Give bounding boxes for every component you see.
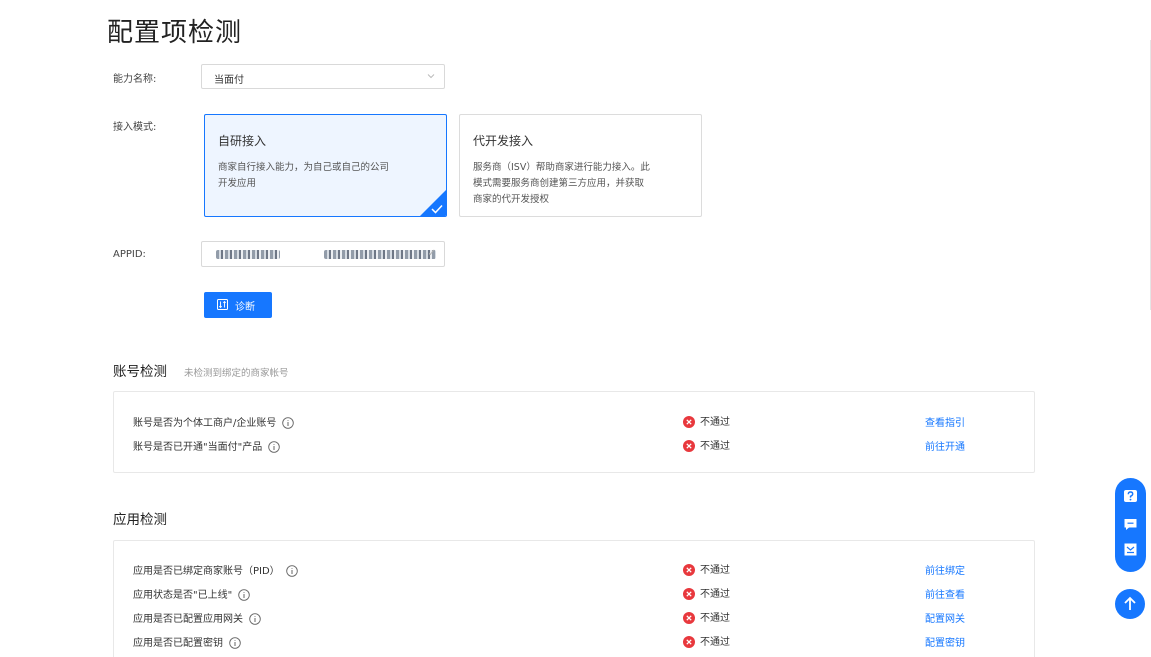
info-icon[interactable] xyxy=(282,417,295,429)
app-check-panel: 应用是否已绑定商家账号（PID） 不通过 前往绑定 应用状态是否"已上线" 不通… xyxy=(113,540,1035,657)
check-status: 不通过 xyxy=(700,417,730,428)
mode-card-desc: 服务商（ISV）帮助商家进行能力接入。此 模式需要服务商创建第三方应用，并获取 … xyxy=(473,162,650,205)
fail-icon xyxy=(683,440,695,452)
floating-toolbar xyxy=(1115,478,1146,572)
check-question: 应用是否已绑定商家账号（PID） xyxy=(133,566,280,577)
go-view-link[interactable]: 前往查看 xyxy=(925,586,965,601)
check-row: 应用是否已绑定商家账号（PID） 不通过 前往绑定 xyxy=(114,559,1034,577)
chevron-down-icon xyxy=(427,74,435,79)
info-icon[interactable] xyxy=(285,565,298,577)
check-row: 应用是否已配置应用网关 不通过 配置网关 xyxy=(114,607,1034,625)
mode-card-title: 自研接入 xyxy=(218,134,267,148)
help-icon[interactable] xyxy=(1123,489,1138,504)
back-to-top-icon xyxy=(1124,596,1136,610)
config-gateway-link[interactable]: 配置网关 xyxy=(925,610,965,625)
fail-icon xyxy=(683,588,695,600)
check-row: 应用是否已配置密钥 不通过 配置密钥 xyxy=(114,631,1034,649)
check-icon: ✓ xyxy=(427,248,436,259)
mode-card-self[interactable]: 自研接入 商家自行接入能力，为自己或自己的公司 开发应用 xyxy=(204,114,447,217)
check-status: 不通过 xyxy=(700,441,730,452)
info-icon[interactable] xyxy=(249,613,261,625)
capability-select[interactable]: 当面付 xyxy=(201,64,445,89)
go-bind-link[interactable]: 前往绑定 xyxy=(925,562,965,577)
fail-icon xyxy=(683,564,695,576)
check-status: 不通过 xyxy=(700,613,730,624)
app-check-title: 应用检测 xyxy=(113,512,167,528)
capability-value: 当面付 xyxy=(214,75,244,86)
mode-card-title: 代开发接入 xyxy=(473,134,534,148)
fail-icon xyxy=(683,612,695,624)
check-row: 账号是否为个体工商户/企业账号 不通过 查看指引 xyxy=(114,411,1034,429)
feedback-icon[interactable] xyxy=(1123,542,1138,557)
mode-card-desc: 商家自行接入能力，为自己或自己的公司 开发应用 xyxy=(218,162,390,189)
check-question: 账号是否已开通"当面付"产品 xyxy=(133,442,263,453)
check-row: 应用状态是否"已上线" 不通过 前往查看 xyxy=(114,583,1034,601)
check-status: 不通过 xyxy=(700,637,730,648)
back-to-top-button[interactable] xyxy=(1115,589,1145,619)
check-question: 应用是否已配置应用网关 xyxy=(133,614,243,625)
account-check-panel: 账号是否为个体工商户/企业账号 不通过 查看指引 账号是否已开通"当面付"产品 … xyxy=(113,391,1035,473)
page-title: 配置项检测 xyxy=(107,18,243,48)
check-row: 账号是否已开通"当面付"产品 不通过 前往开通 xyxy=(114,435,1034,453)
check-question: 应用是否已配置密钥 xyxy=(133,638,223,649)
info-icon[interactable] xyxy=(268,441,280,453)
mode-card-isv[interactable]: 代开发接入 服务商（ISV）帮助商家进行能力接入。此 模式需要服务商创建第三方应… xyxy=(459,114,702,217)
fail-icon xyxy=(683,416,695,428)
info-icon[interactable] xyxy=(229,637,241,649)
check-question: 账号是否为个体工商户/企业账号 xyxy=(133,418,277,429)
appid-redacted xyxy=(216,250,280,259)
account-check-title: 账号检测 xyxy=(113,364,167,380)
account-check-subtitle: 未检测到绑定的商家帐号 xyxy=(184,368,289,379)
check-status: 不通过 xyxy=(700,565,730,576)
view-guide-link[interactable]: 查看指引 xyxy=(925,414,965,429)
check-status: 不通过 xyxy=(700,589,730,600)
fail-icon xyxy=(683,636,695,648)
diagnose-icon xyxy=(217,299,228,310)
appid-redacted xyxy=(324,250,436,259)
diagnose-button[interactable]: 诊断 xyxy=(204,292,272,318)
mode-label: 接入模式: xyxy=(113,122,157,133)
diagnose-label: 诊断 xyxy=(235,302,255,313)
capability-label: 能力名称: xyxy=(113,74,157,85)
go-activate-link[interactable]: 前往开通 xyxy=(925,438,965,453)
chat-icon[interactable] xyxy=(1123,517,1138,532)
appid-label: APPID: xyxy=(113,249,146,260)
config-key-link[interactable]: 配置密钥 xyxy=(925,634,965,649)
check-corner-icon xyxy=(431,204,443,214)
info-icon[interactable] xyxy=(238,589,250,601)
check-question: 应用状态是否"已上线" xyxy=(133,590,233,601)
appid-input[interactable]: ✓ xyxy=(201,241,445,267)
